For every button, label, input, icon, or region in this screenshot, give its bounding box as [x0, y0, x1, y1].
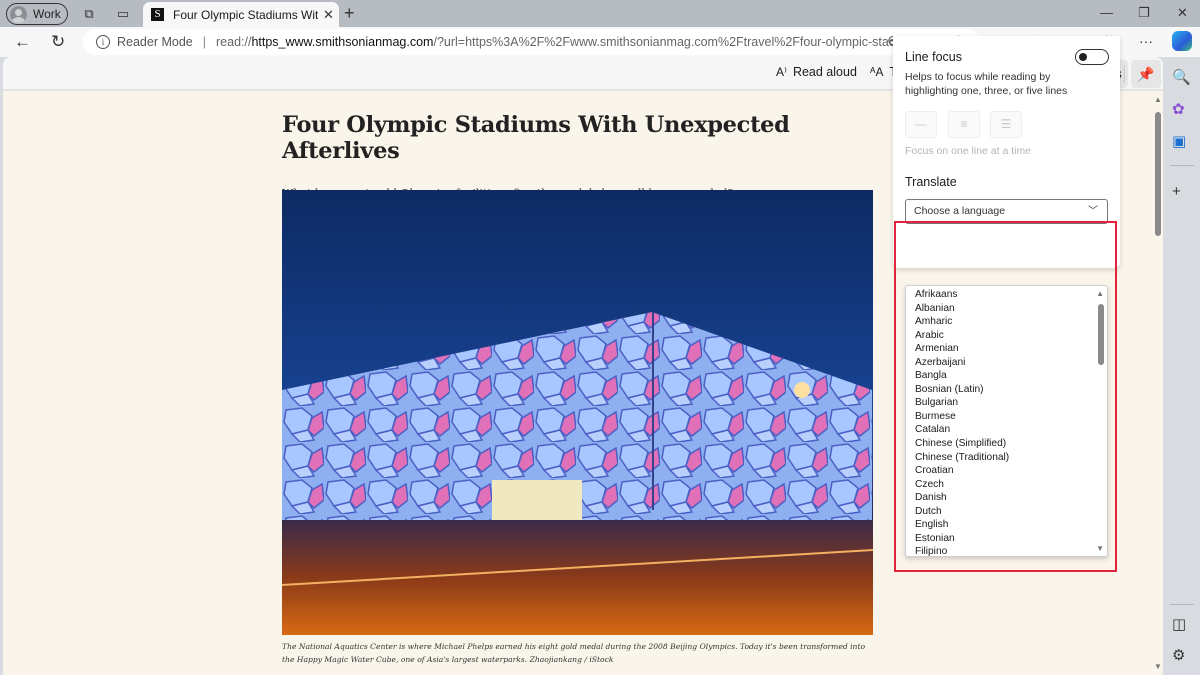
profile-button[interactable]: Work [6, 3, 68, 25]
settings-gear-icon[interactable]: ⚙ [1172, 646, 1185, 664]
add-sidebar-app-icon[interactable]: + [1172, 183, 1181, 200]
url-prefix: read:// [216, 35, 252, 49]
language-option[interactable]: Bangla [915, 369, 1009, 383]
language-option[interactable]: Armenian [915, 342, 1009, 356]
tab-strip: Work ⧉ ▭ S Four Olympic Stadiums With Un… [0, 0, 1200, 27]
refresh-icon[interactable]: ↻ [51, 32, 65, 52]
language-option[interactable]: English [915, 518, 1009, 532]
language-option[interactable]: Chinese (Simplified) [915, 437, 1009, 451]
language-option[interactable]: Burmese [915, 410, 1009, 424]
one-line-button[interactable]: — [905, 111, 937, 138]
language-option[interactable]: Estonian [915, 532, 1009, 546]
dropdown-scroll-up-icon[interactable]: ▲ [1096, 289, 1104, 298]
url-rest: /?url=https%3A%2F%2Fwww.smithsonianmag.c… [433, 35, 896, 49]
pin-toolbar-icon[interactable]: 📌 [1131, 60, 1161, 88]
more-menu-icon[interactable]: ··· [1139, 33, 1153, 49]
language-option[interactable]: Danish [915, 491, 1009, 505]
text-size-icon: ᴬA [870, 65, 884, 79]
language-option[interactable]: Bosnian (Latin) [915, 383, 1009, 397]
dropdown-scroll-down-icon[interactable]: ▼ [1096, 544, 1104, 553]
dropdown-scrollbar-thumb[interactable] [1098, 304, 1104, 365]
tab-active[interactable]: S Four Olympic Stadiums With Unexpected … [143, 2, 339, 27]
back-icon[interactable]: ← [14, 32, 31, 52]
language-option[interactable]: Chinese (Traditional) [915, 451, 1009, 465]
language-option[interactable]: Filipino [915, 545, 1009, 556]
scroll-up-icon[interactable]: ▲ [1154, 95, 1162, 104]
line-focus-description: Helps to focus while reading by highligh… [905, 71, 1068, 97]
language-option[interactable]: Dutch [915, 505, 1009, 519]
translate-title: Translate [905, 175, 957, 189]
profile-label: Work [33, 7, 61, 21]
read-aloud-label: Read aloud [792, 65, 857, 79]
language-option[interactable]: Czech [915, 478, 1009, 492]
read-aloud-button[interactable]: A⁾ Read aloud [776, 65, 857, 79]
language-option[interactable]: Afrikaans [915, 288, 1009, 302]
language-option[interactable]: Albanian [915, 302, 1009, 316]
read-aloud-icon: A⁾ [776, 65, 787, 79]
restore-icon[interactable]: ❐ [1138, 5, 1150, 21]
language-dropdown-list[interactable]: Afrikaans Albanian Amharic Arabic Armenian Az… [905, 285, 1108, 557]
info-icon[interactable]: i [96, 35, 110, 49]
copilot-icon[interactable] [1172, 31, 1192, 51]
minimize-icon[interactable]: — [1100, 5, 1113, 20]
sidebar-divider [1170, 165, 1194, 166]
article-headline: Four Olympic Stadiums With Unexpected Af… [282, 112, 790, 164]
line-focus-title: Line focus [905, 50, 962, 64]
smithsonian-favicon-icon: S [151, 8, 164, 21]
photo-caption: The National Aquatics Center is where Mi… [282, 642, 866, 664]
sidebar-divider-bottom [1170, 604, 1194, 605]
page-scrollbar[interactable]: ▲ ▼ [1153, 92, 1163, 675]
divider: | [202, 35, 206, 49]
three-lines-button[interactable]: ≡ [948, 111, 980, 138]
address-bar[interactable]: i Reader Mode | read://https_www.smithso… [83, 29, 980, 55]
language-option[interactable]: Azerbaijani [915, 356, 1009, 370]
reader-mode-label: Reader Mode [117, 35, 193, 49]
language-option[interactable]: Amharic [915, 315, 1009, 329]
scroll-down-icon[interactable]: ▼ [1154, 662, 1162, 671]
chevron-down-icon: ﹀ [1088, 206, 1098, 217]
article: Four Olympic Stadiums With Unexpected Af… [282, 112, 877, 664]
outlook-icon[interactable]: ▣ [1172, 132, 1186, 150]
close-window-icon[interactable]: ✕ [1177, 5, 1188, 21]
scrollbar-thumb[interactable] [1155, 112, 1161, 236]
language-option[interactable]: Croatian [915, 464, 1009, 478]
url-text[interactable]: read://https_www.smithsonianmag.com/?url… [216, 35, 896, 49]
toolbar-divider [1124, 65, 1125, 83]
workspaces-icon[interactable]: ⧉ [81, 6, 97, 22]
close-tab-icon[interactable]: ✕ [323, 7, 334, 23]
hide-sidebar-icon[interactable]: ◫ [1172, 615, 1186, 633]
five-lines-button[interactable]: ☰ [990, 111, 1022, 138]
article-photo [282, 190, 873, 635]
language-option[interactable]: Catalan [915, 423, 1009, 437]
language-option[interactable]: Arabic [915, 329, 1009, 343]
water-cube-illustration [282, 312, 873, 635]
line-focus-toggle[interactable] [1075, 49, 1109, 65]
search-sidebar-icon[interactable]: 🔍 [1172, 68, 1191, 86]
tab-actions-icon[interactable]: ▭ [115, 6, 131, 22]
avatar-icon [10, 5, 27, 23]
line-focus-hint: Focus on one line at a time [905, 145, 1032, 157]
language-options: Afrikaans Albanian Amharic Arabic Armenian Az… [915, 288, 1009, 556]
tab-title: Four Olympic Stadiums With Unexpected Af… [173, 7, 318, 22]
language-select-value: Choose a language [914, 205, 1006, 217]
new-tab-icon[interactable]: + [344, 3, 355, 24]
language-option[interactable]: Bulgarian [915, 396, 1009, 410]
toggle-knob [1079, 53, 1087, 61]
url-host: https_www.smithsonianmag.com [251, 35, 434, 49]
copilot-app-icon[interactable]: ✿ [1172, 100, 1185, 118]
